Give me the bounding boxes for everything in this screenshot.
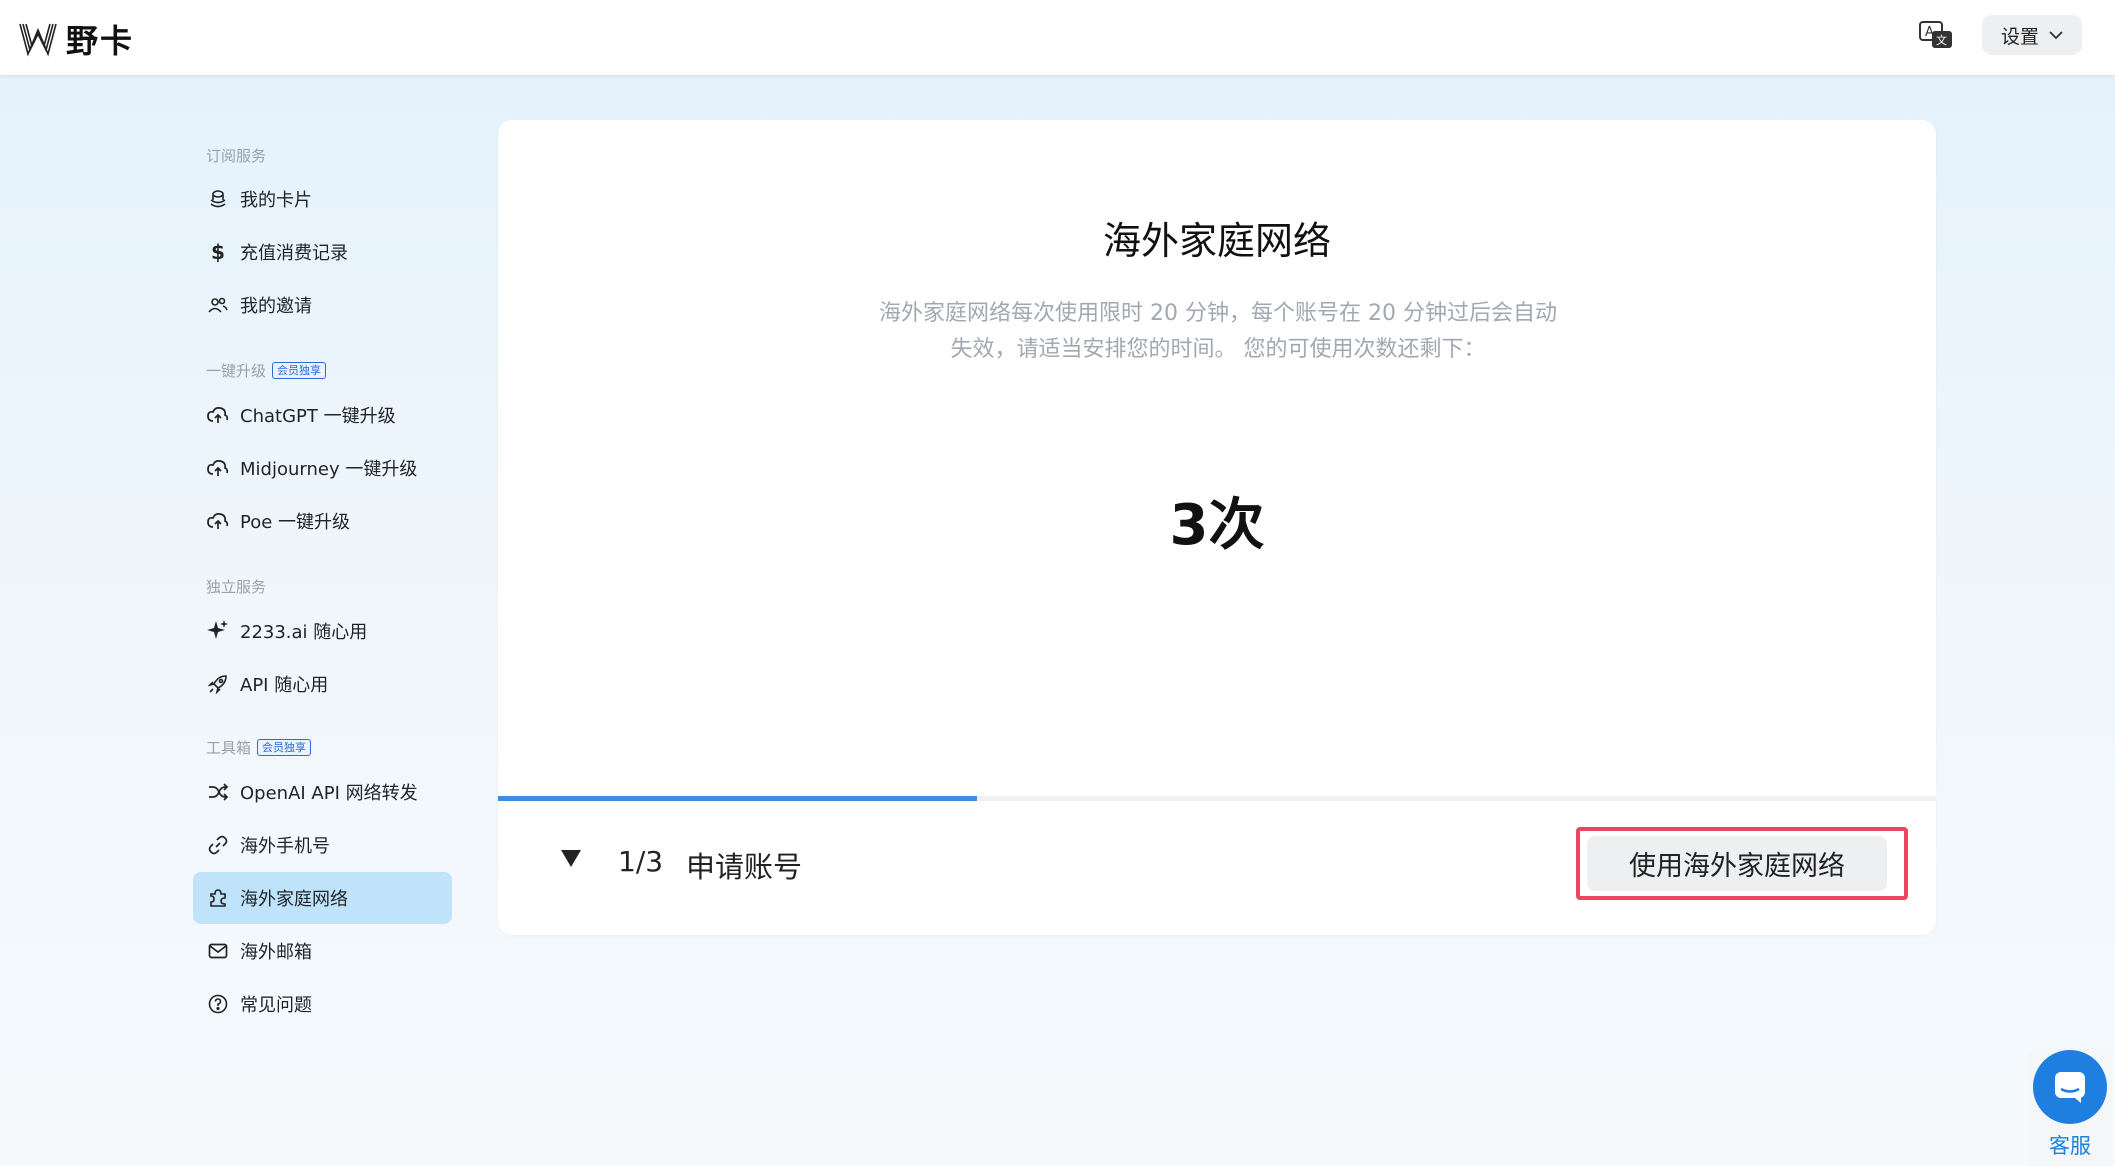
customer-service-widget[interactable]: 客服 — [2028, 1048, 2112, 1166]
caret-down-icon[interactable] — [560, 847, 582, 869]
users-icon — [207, 294, 229, 316]
member-badge: 会员独享 — [257, 739, 312, 756]
sidebar-item-faq[interactable]: 常见问题 — [193, 978, 452, 1030]
translate-button[interactable]: A 文 — [1916, 18, 1956, 54]
top-header: 野卡 A 文 设置 — [0, 0, 2115, 75]
sidebar-item-api[interactable]: API 随心用 — [193, 658, 452, 710]
rocket-icon — [207, 673, 229, 695]
logo-text: 野卡 — [66, 22, 135, 60]
sidebar-item-my-invites[interactable]: 我的邀请 — [193, 279, 452, 331]
usage-description: 海外家庭网络每次使用限时 20 分钟，每个账号在 20 分钟过后会自动失效，请适… — [879, 301, 1557, 362]
sidebar-item-openai-forward[interactable]: OpenAI API 网络转发 — [193, 766, 452, 818]
help-circle-icon — [207, 993, 229, 1015]
section-title-toolbox: 工具箱 会员独享 — [206, 737, 312, 758]
sparkle-icon — [207, 620, 229, 642]
link-icon — [207, 834, 229, 856]
chat-icon — [2055, 1072, 2085, 1103]
page-title: 海外家庭网络 — [1102, 219, 1331, 263]
section-title-upgrade: 一键升级 会员独享 — [206, 360, 327, 381]
sidebar-item-2233ai[interactable]: 2233.ai 随心用 — [193, 605, 452, 657]
remaining-count: 3次 — [1169, 493, 1265, 558]
logo-w-icon — [19, 23, 57, 57]
support-bubble[interactable] — [2033, 1050, 2107, 1124]
sidebar-item-recharge-records[interactable]: $ 充值消费记录 — [193, 226, 452, 278]
sidebar-item-my-cards[interactable]: 我的卡片 — [193, 173, 452, 225]
section-title-standalone: 独立服务 — [206, 578, 267, 596]
cloud-upload-icon — [207, 404, 229, 426]
section-title-subscription: 订阅服务 — [206, 147, 267, 165]
use-home-network-button[interactable]: 使用海外家庭网络 — [1587, 836, 1887, 891]
sidebar-item-overseas-email[interactable]: 海外邮箱 — [193, 925, 452, 977]
member-badge: 会员独享 — [272, 362, 327, 379]
cloud-upload-icon — [207, 457, 229, 479]
sidebar-item-midjourney-upgrade[interactable]: Midjourney 一键升级 — [193, 442, 452, 494]
dollar-icon: $ — [211, 240, 225, 264]
settings-label: 设置 — [2000, 25, 2039, 48]
mail-icon — [207, 940, 229, 962]
settings-dropdown[interactable]: 设置 — [1982, 15, 2082, 55]
sidebar-item-home-network[interactable]: 海外家庭网络 — [193, 872, 452, 924]
shuffle-icon — [207, 781, 229, 803]
chevron-down-icon — [2049, 31, 2063, 40]
sidebar-item-poe-upgrade[interactable]: Poe 一键升级 — [193, 495, 452, 547]
step-number: 1/3 — [618, 845, 664, 878]
sidebar-item-chatgpt-upgrade[interactable]: ChatGPT 一键升级 — [193, 389, 452, 441]
card-stack-icon — [207, 188, 229, 210]
logo[interactable]: 野卡 — [18, 16, 134, 62]
cloud-upload-icon — [207, 510, 229, 532]
support-label: 客服 — [2049, 1134, 2091, 1158]
step-label: 申请账号 — [686, 850, 803, 884]
svg-text:文: 文 — [1936, 33, 1947, 47]
translate-icon: A 文 — [1919, 21, 1952, 48]
home-network-card: 海外家庭网络 海外家庭网络每次使用限时 20 分钟，每个账号在 20 分钟过后会… — [498, 120, 1936, 935]
sidebar-item-overseas-phone[interactable]: 海外手机号 — [193, 819, 452, 871]
puzzle-icon — [207, 887, 229, 909]
